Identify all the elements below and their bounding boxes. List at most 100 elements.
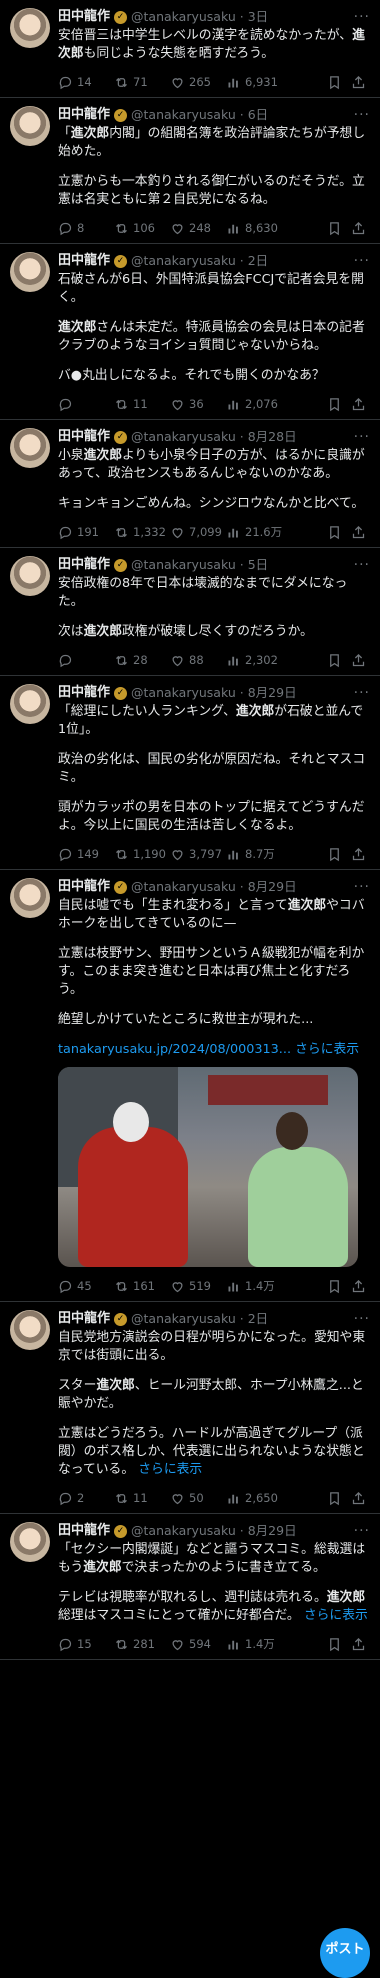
views-button[interactable]: 2,302 [226, 653, 288, 668]
retweet-button[interactable]: 1,332 [114, 525, 170, 540]
tweet[interactable]: 田中龍作 ✓ @tanakaryusaku · 8月28日 ··· 小泉進次郎よりも小泉今日… [0, 420, 380, 548]
avatar[interactable] [10, 106, 50, 146]
author-handle[interactable]: @tanakaryusaku [131, 8, 236, 26]
reply-button[interactable]: 2 [58, 1491, 114, 1506]
avatar[interactable] [10, 684, 50, 724]
show-more-link[interactable]: さらに表示 [295, 1042, 359, 1057]
avatar[interactable] [10, 556, 50, 596]
share-button[interactable] [346, 221, 370, 236]
share-button[interactable] [346, 1491, 370, 1506]
author-handle[interactable]: @tanakaryusaku [131, 428, 236, 446]
reply-button[interactable]: 45 [58, 1279, 114, 1294]
retweet-button[interactable]: 106 [114, 221, 170, 236]
bookmark-button[interactable] [322, 847, 346, 862]
more-options-icon[interactable]: ··· [354, 556, 370, 574]
retweet-button[interactable]: 71 [114, 75, 170, 90]
bookmark-button[interactable] [322, 397, 346, 412]
reply-button[interactable] [58, 653, 114, 668]
author-handle[interactable]: @tanakaryusaku [131, 1310, 236, 1328]
bookmark-button[interactable] [322, 653, 346, 668]
bookmark-button[interactable] [322, 1279, 346, 1294]
retweet-button[interactable]: 11 [114, 1491, 170, 1506]
views-button[interactable]: 2,650 [226, 1491, 288, 1506]
views-button[interactable]: 8.7万 [226, 846, 288, 862]
bookmark-button[interactable] [322, 75, 346, 90]
like-button[interactable]: 3,797 [170, 847, 226, 862]
tweet[interactable]: 田中龍作 ✓ @tanakaryusaku · 6日 ··· 「進次郎内閣」の組閣名簿を政治… [0, 98, 380, 244]
author-name[interactable]: 田中龍作 [58, 8, 110, 26]
show-more-link[interactable]: さらに表示 [304, 1608, 368, 1623]
tweet-date[interactable]: 3日 [248, 8, 268, 26]
tweet-date[interactable]: 8月29日 [248, 1522, 297, 1540]
bookmark-button[interactable] [322, 1491, 346, 1506]
author-handle[interactable]: @tanakaryusaku [131, 252, 236, 270]
avatar[interactable] [10, 1310, 50, 1350]
tweet-date[interactable]: 8月29日 [248, 684, 297, 702]
like-button[interactable]: 7,099 [170, 525, 226, 540]
author-name[interactable]: 田中龍作 [58, 1522, 110, 1540]
author-name[interactable]: 田中龍作 [58, 556, 110, 574]
tweet[interactable]: 田中龍作 ✓ @tanakaryusaku · 2日 ··· 自民党地方演説会の日程が明らか… [0, 1302, 380, 1514]
share-button[interactable] [346, 1279, 370, 1294]
more-options-icon[interactable]: ··· [354, 878, 370, 896]
compose-button[interactable]: ポスト [320, 1928, 370, 1978]
retweet-button[interactable]: 281 [114, 1637, 170, 1652]
reply-button[interactable]: 15 [58, 1637, 114, 1652]
reply-button[interactable] [58, 397, 114, 412]
author-handle[interactable]: @tanakaryusaku [131, 106, 236, 124]
retweet-button[interactable]: 28 [114, 653, 170, 668]
reply-button[interactable]: 8 [58, 221, 114, 236]
like-button[interactable]: 265 [170, 75, 226, 90]
like-button[interactable]: 88 [170, 653, 226, 668]
bookmark-button[interactable] [322, 221, 346, 236]
more-options-icon[interactable]: ··· [354, 1310, 370, 1328]
author-name[interactable]: 田中龍作 [58, 684, 110, 702]
tweet-date[interactable]: 2日 [248, 1310, 268, 1328]
avatar[interactable] [10, 8, 50, 48]
retweet-button[interactable]: 161 [114, 1279, 170, 1294]
avatar[interactable] [10, 252, 50, 292]
tweet-link[interactable]: tanakaryusaku.jp/2024/08/000313... [58, 1042, 291, 1057]
more-options-icon[interactable]: ··· [354, 252, 370, 270]
tweet-date[interactable]: 2日 [248, 252, 268, 270]
more-options-icon[interactable]: ··· [354, 684, 370, 702]
like-button[interactable]: 248 [170, 221, 226, 236]
views-button[interactable]: 21.6万 [226, 524, 288, 540]
avatar[interactable] [10, 878, 50, 918]
tweet[interactable]: 田中龍作 ✓ @tanakaryusaku · 8月29日 ··· 「セクシー内閣爆誕」など… [0, 1514, 380, 1660]
tweet[interactable]: 田中龍作 ✓ @tanakaryusaku · 8月29日 ··· 「総理にしたい人ランキン… [0, 676, 380, 870]
show-more-link[interactable]: さらに表示 [138, 1462, 202, 1477]
author-name[interactable]: 田中龍作 [58, 1310, 110, 1328]
share-button[interactable] [346, 75, 370, 90]
like-button[interactable]: 50 [170, 1491, 226, 1506]
like-button[interactable]: 519 [170, 1279, 226, 1294]
more-options-icon[interactable]: ··· [354, 428, 370, 446]
tweet[interactable]: 田中龍作 ✓ @tanakaryusaku · 3日 ··· 安倍晋三は中学生レベルの漢字を… [0, 0, 380, 98]
author-name[interactable]: 田中龍作 [58, 878, 110, 896]
reply-button[interactable]: 191 [58, 525, 114, 540]
bookmark-button[interactable] [322, 1637, 346, 1652]
views-button[interactable]: 2,076 [226, 397, 288, 412]
author-handle[interactable]: @tanakaryusaku [131, 1522, 236, 1540]
reply-button[interactable]: 149 [58, 847, 114, 862]
views-button[interactable]: 1.4万 [226, 1636, 288, 1652]
share-button[interactable] [346, 525, 370, 540]
share-button[interactable] [346, 1637, 370, 1652]
tweet[interactable]: 田中龍作 ✓ @tanakaryusaku · 2日 ··· 石破さんが6日、外国特派員協会… [0, 244, 380, 420]
views-button[interactable]: 6,931 [226, 75, 288, 90]
views-button[interactable]: 1.4万 [226, 1278, 288, 1294]
share-button[interactable] [346, 397, 370, 412]
retweet-button[interactable]: 1,190 [114, 847, 170, 862]
more-options-icon[interactable]: ··· [354, 106, 370, 124]
author-handle[interactable]: @tanakaryusaku [131, 878, 236, 896]
bookmark-button[interactable] [322, 525, 346, 540]
author-handle[interactable]: @tanakaryusaku [131, 556, 236, 574]
avatar[interactable] [10, 1522, 50, 1562]
like-button[interactable]: 36 [170, 397, 226, 412]
like-button[interactable]: 594 [170, 1637, 226, 1652]
tweet-date[interactable]: 8月28日 [248, 428, 297, 446]
author-name[interactable]: 田中龍作 [58, 106, 110, 124]
more-options-icon[interactable]: ··· [354, 1522, 370, 1540]
share-button[interactable] [346, 847, 370, 862]
retweet-button[interactable]: 11 [114, 397, 170, 412]
